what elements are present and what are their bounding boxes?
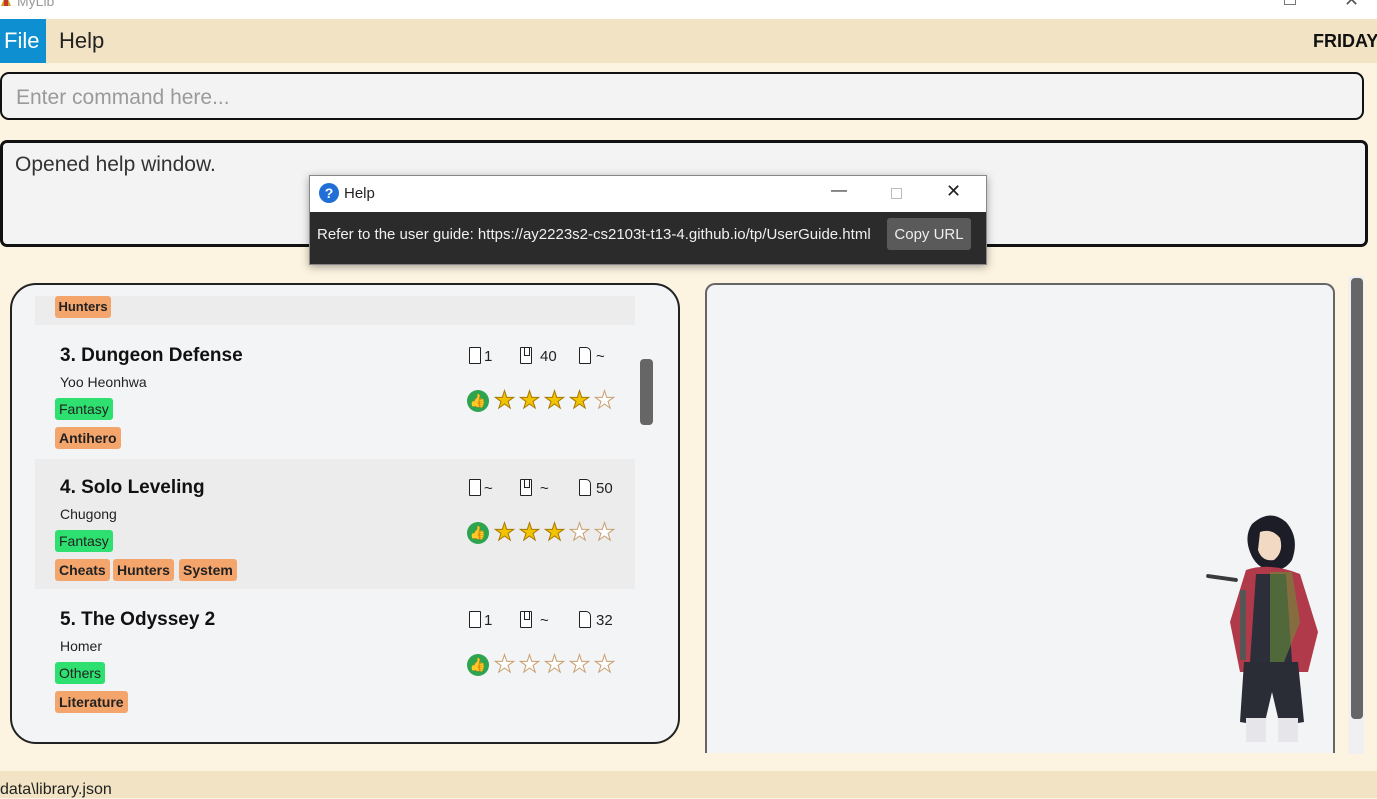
thumbs-up-icon: 👍 bbox=[467, 522, 489, 544]
chapter-icon bbox=[520, 347, 532, 364]
tag-partial: Hunters bbox=[55, 296, 111, 318]
command-input[interactable] bbox=[14, 84, 1348, 112]
star-empty-icon: ★ bbox=[518, 651, 541, 678]
star-filled-icon: ★ bbox=[518, 387, 541, 414]
star-empty-icon: ★ bbox=[593, 651, 616, 678]
list-scrollbar-thumb[interactable] bbox=[640, 359, 653, 425]
tag: Hunters bbox=[113, 559, 174, 581]
book-title: 4. Solo Leveling bbox=[60, 477, 205, 498]
star-empty-icon: ★ bbox=[568, 651, 591, 678]
menu-file[interactable]: File bbox=[0, 19, 46, 63]
copy-url-button[interactable]: Copy URL bbox=[887, 218, 971, 250]
window-titlebar bbox=[0, 0, 1377, 19]
help-window-title: Help bbox=[344, 185, 375, 202]
star-filled-icon: ★ bbox=[543, 387, 566, 414]
volume-icon bbox=[469, 347, 481, 364]
thumbs-up-icon: 👍 bbox=[467, 654, 489, 676]
tag: Cheats bbox=[55, 559, 110, 581]
chapter-value: ~ bbox=[540, 612, 549, 629]
book-author: Homer bbox=[60, 638, 103, 654]
maximize-icon[interactable] bbox=[1284, 0, 1296, 5]
star-empty-icon: ★ bbox=[593, 387, 616, 414]
volume-icon bbox=[469, 479, 481, 496]
list-item-partial[interactable] bbox=[35, 296, 635, 325]
character-illustration bbox=[1206, 515, 1318, 742]
maximize-icon[interactable] bbox=[891, 188, 902, 199]
star-filled-icon: ★ bbox=[493, 387, 516, 414]
result-text: Opened help window. bbox=[15, 153, 216, 176]
star-empty-icon: ★ bbox=[593, 519, 616, 546]
close-icon[interactable]: ✕ bbox=[1344, 0, 1359, 11]
star-empty-icon: ★ bbox=[543, 651, 566, 678]
star-filled-icon: ★ bbox=[568, 387, 591, 414]
chapter-value: 40 bbox=[540, 348, 557, 365]
volume-value: 1 bbox=[484, 348, 493, 365]
close-icon[interactable]: ✕ bbox=[946, 181, 961, 202]
chapter-icon bbox=[520, 479, 532, 496]
volume-icon bbox=[469, 611, 481, 628]
window-title: MyLib bbox=[17, 0, 55, 9]
book-title: 3. Dungeon Defense bbox=[60, 345, 243, 366]
tag: System bbox=[179, 559, 237, 581]
detail-scrollbar-thumb[interactable] bbox=[1351, 278, 1363, 719]
chapter-value: ~ bbox=[540, 480, 549, 497]
help-question-icon: ? bbox=[319, 183, 339, 203]
genre-tag: Others bbox=[55, 662, 106, 684]
day-label: FRIDAY bbox=[1313, 31, 1377, 51]
tag: Literature bbox=[55, 691, 128, 713]
star-filled-icon: ★ bbox=[543, 519, 566, 546]
menu-help[interactable]: Help bbox=[55, 19, 108, 63]
book-author: Yoo Heonhwa bbox=[60, 374, 147, 390]
episode-value: 32 bbox=[596, 612, 613, 629]
menu-bar bbox=[0, 19, 1377, 63]
book-author: Chugong bbox=[60, 506, 117, 522]
help-message: Refer to the user guide: https://ay2223s… bbox=[317, 226, 871, 243]
star-empty-icon: ★ bbox=[493, 651, 516, 678]
star-empty-icon: ★ bbox=[568, 519, 591, 546]
chapter-icon bbox=[520, 611, 532, 628]
episode-icon bbox=[579, 611, 591, 628]
genre-tag: Fantasy bbox=[55, 530, 113, 552]
genre-tag: Fantasy bbox=[55, 398, 113, 420]
status-file-path: data\library.json bbox=[0, 781, 112, 798]
book-title: 5. The Odyssey 2 bbox=[60, 609, 216, 630]
volume-value: 1 bbox=[484, 612, 493, 629]
minimize-icon[interactable]: — bbox=[831, 182, 847, 200]
star-filled-icon: ★ bbox=[518, 519, 541, 546]
episode-value: 50 bbox=[596, 480, 613, 497]
help-window-titlebar bbox=[310, 176, 986, 212]
episode-value: ~ bbox=[596, 348, 605, 365]
star-filled-icon: ★ bbox=[493, 519, 516, 546]
volume-value: ~ bbox=[484, 480, 493, 497]
episode-icon bbox=[579, 347, 591, 364]
episode-icon bbox=[579, 479, 591, 496]
tag: Antihero bbox=[55, 427, 121, 449]
status-bar bbox=[0, 771, 1377, 798]
app-logo-icon bbox=[1, 0, 11, 6]
thumbs-up-icon: 👍 bbox=[467, 390, 489, 412]
